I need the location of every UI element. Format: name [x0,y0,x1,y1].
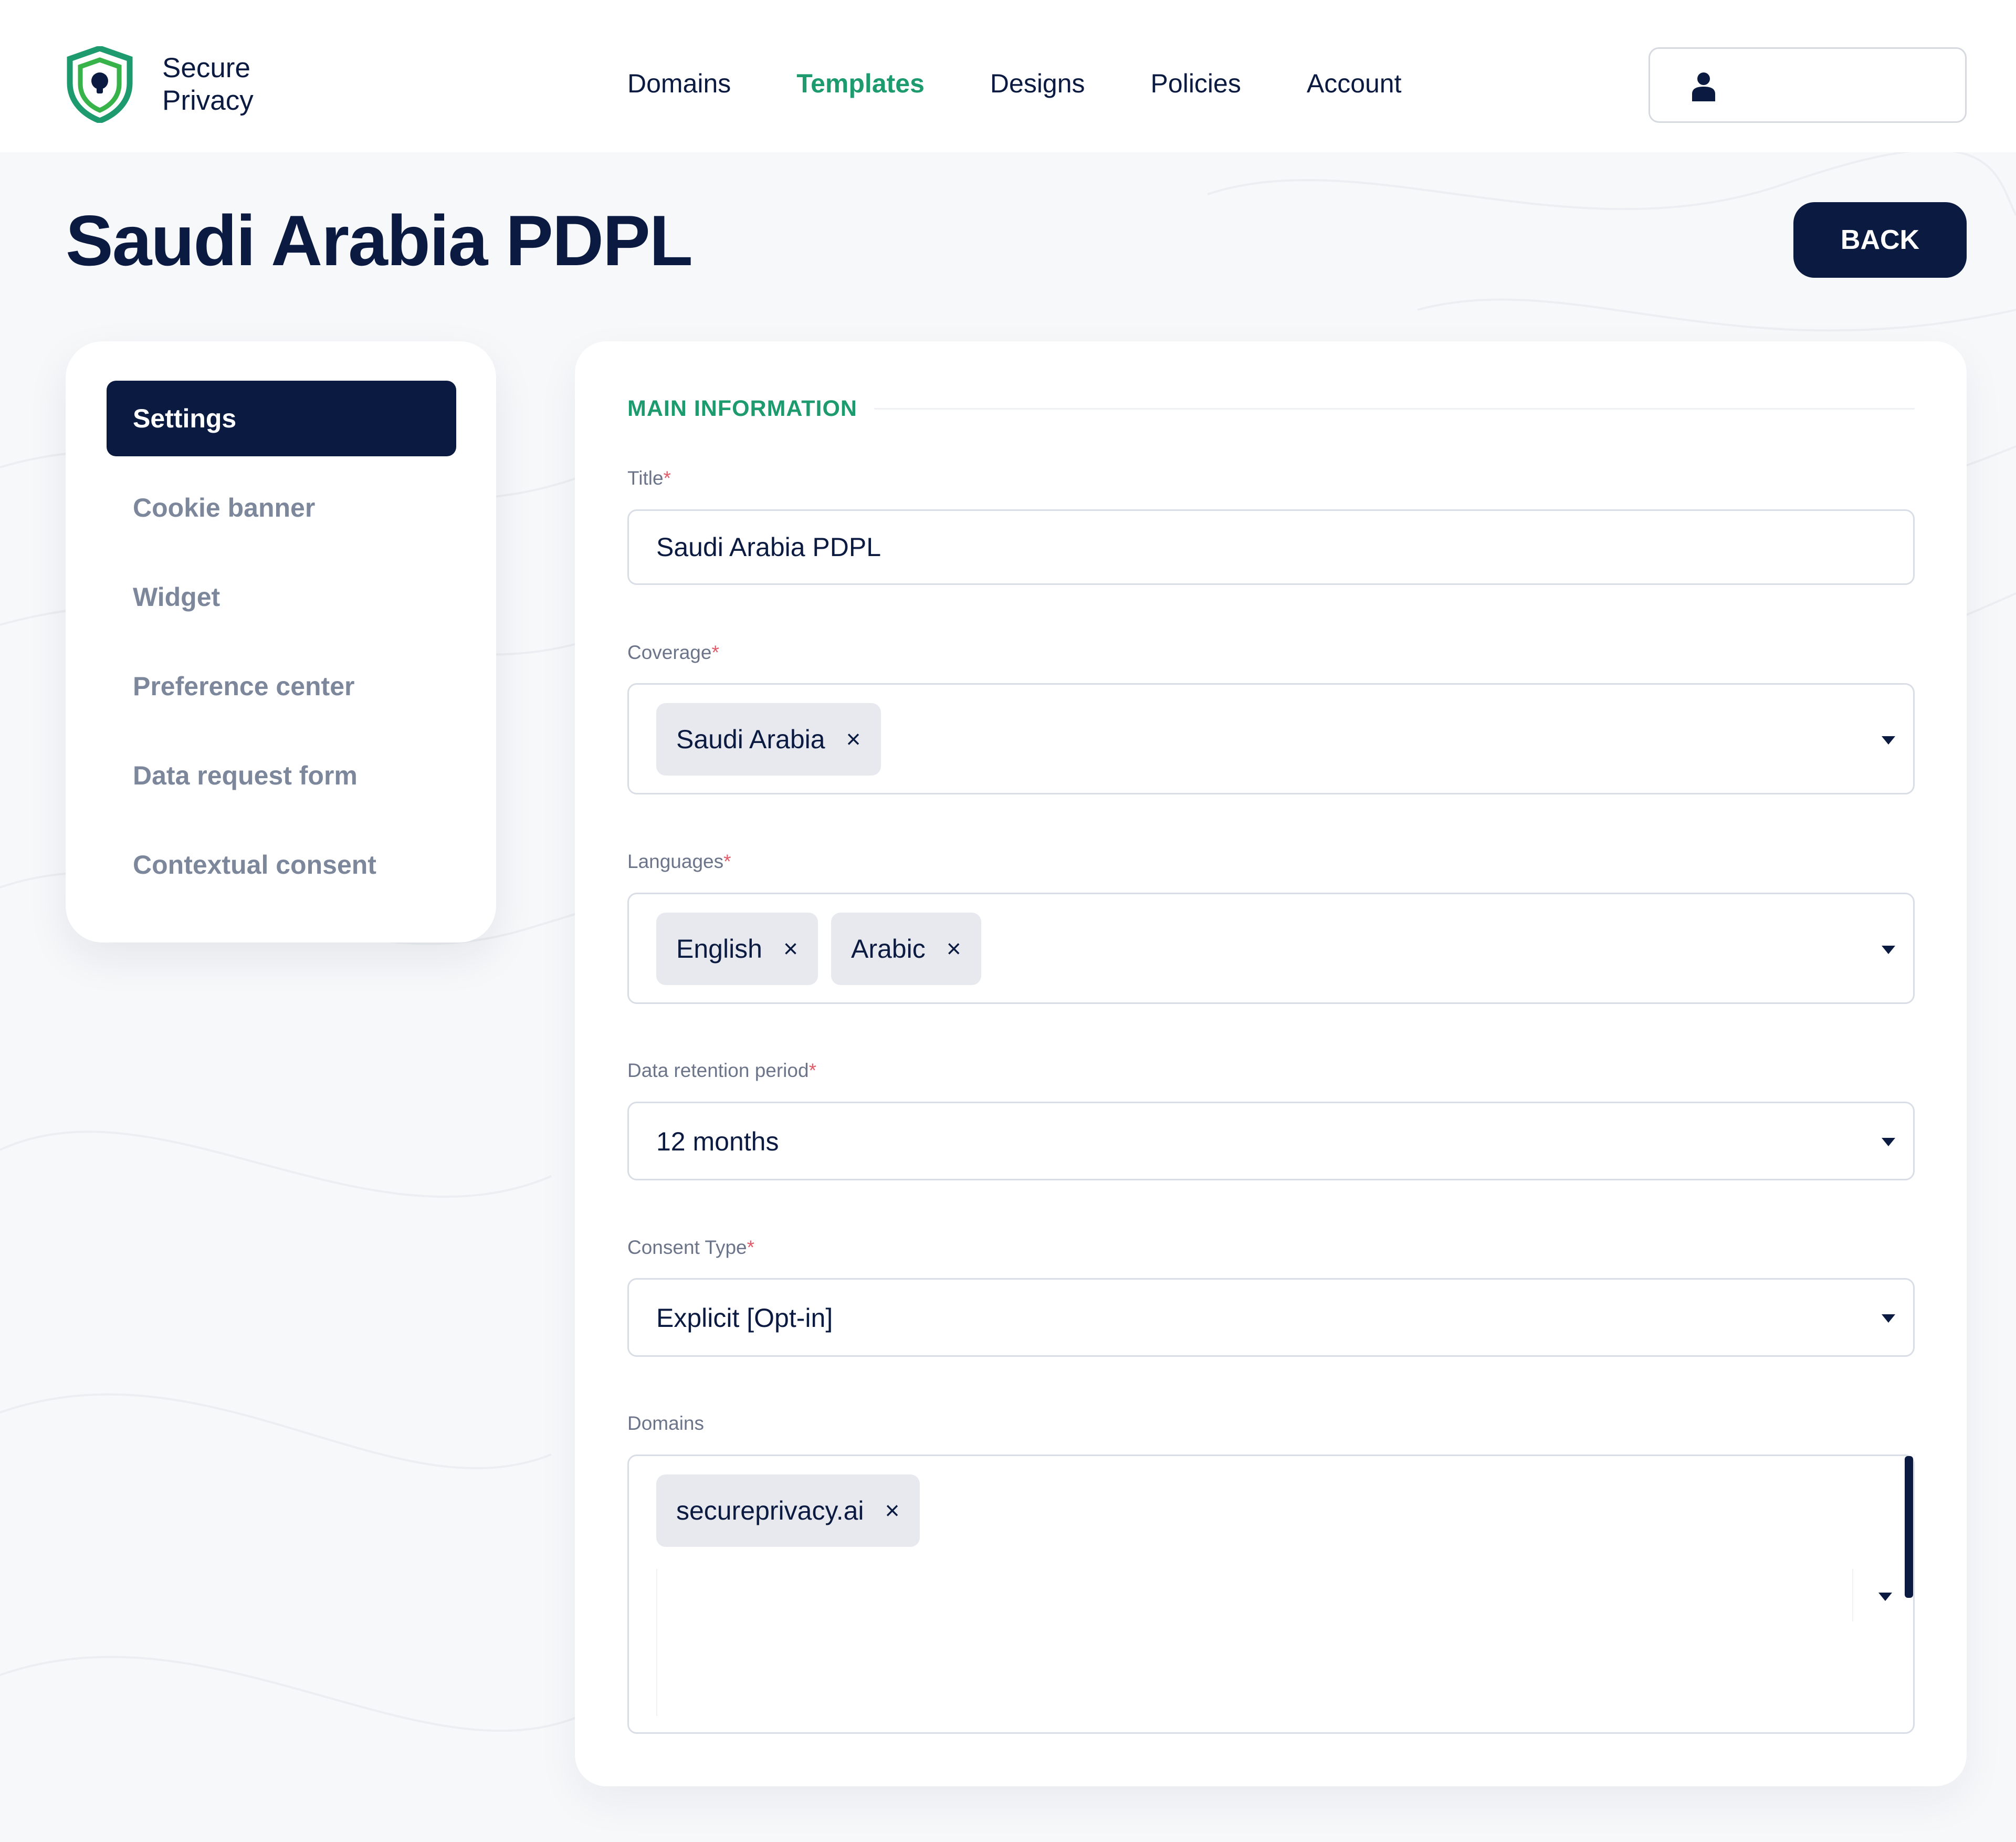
remove-chip-icon[interactable]: × [947,935,961,964]
sidebar-item-data-request-form[interactable]: Data request form [107,738,456,813]
retention-value: 12 months [656,1127,779,1156]
coverage-chip: Saudi Arabia × [656,703,881,776]
remove-chip-icon[interactable]: × [783,935,798,964]
remove-chip-icon[interactable]: × [885,1496,900,1525]
retention-select[interactable]: 12 months [627,1102,1915,1180]
sidebar-item-contextual-consent[interactable]: Contextual consent [107,827,456,903]
brand-name: Secure Privacy [162,53,254,116]
settings-sidebar: Settings Cookie banner Widget Preference… [66,341,496,943]
page-title: Saudi Arabia PDPL [66,201,693,280]
sidebar-item-settings[interactable]: Settings [107,381,456,456]
chevron-down-icon[interactable] [1882,946,1895,954]
chevron-down-icon[interactable] [1878,1593,1892,1601]
title-field-value: Saudi Arabia PDPL [656,532,881,562]
consent-type-select[interactable]: Explicit [Opt-in] [627,1278,1915,1357]
logo[interactable]: Secure Privacy [66,46,254,123]
nav-account[interactable]: Account [1307,68,1402,99]
coverage-select[interactable]: Saudi Arabia × [627,683,1915,794]
consent-type-value: Explicit [Opt-in] [656,1303,833,1333]
main-nav: Domains Templates Designs Policies Accou… [627,68,1467,99]
sidebar-item-cookie-banner[interactable]: Cookie banner [107,470,456,546]
sidebar-item-preference-center[interactable]: Preference center [107,648,456,724]
title-field[interactable]: Saudi Arabia PDPL [627,509,1915,585]
retention-label: Data retention period* [627,1060,816,1081]
languages-label: Languages* [627,851,731,872]
user-menu-button[interactable] [1648,47,1967,123]
domains-scrollbar[interactable] [1905,1456,1913,1598]
chevron-down-icon[interactable] [1882,736,1895,745]
top-header: Secure Privacy Domains Templates Designs… [0,0,2016,152]
nav-domains[interactable]: Domains [627,68,731,99]
domain-chip: secureprivacy.ai × [656,1474,920,1547]
coverage-label: Coverage* [627,642,719,663]
domains-list-edge [656,1569,657,1716]
section-divider [874,408,1915,410]
shield-logo-icon [67,46,133,123]
remove-chip-icon[interactable]: × [846,725,861,754]
user-icon [1692,72,1715,101]
main-information-panel: MAIN INFORMATION Title* Saudi Arabia PDP… [575,341,1967,1786]
language-chip-arabic: Arabic × [831,913,981,985]
domains-label: Domains [627,1412,704,1434]
chevron-down-icon[interactable] [1882,1138,1895,1146]
nav-policies[interactable]: Policies [1151,68,1241,99]
title-label: Title* [627,467,671,489]
nav-templates[interactable]: Templates [796,68,925,99]
language-chip-english: English × [656,913,818,985]
chevron-down-icon[interactable] [1882,1314,1895,1323]
sidebar-item-widget[interactable]: Widget [107,559,456,635]
languages-select[interactable]: English × Arabic × [627,893,1915,1004]
domains-select[interactable]: secureprivacy.ai × [627,1454,1915,1734]
section-title: MAIN INFORMATION [627,396,857,421]
consent-type-label: Consent Type* [627,1237,755,1258]
domains-list-edge [1852,1569,1853,1621]
nav-designs[interactable]: Designs [990,68,1085,99]
back-button[interactable]: BACK [1793,202,1967,278]
